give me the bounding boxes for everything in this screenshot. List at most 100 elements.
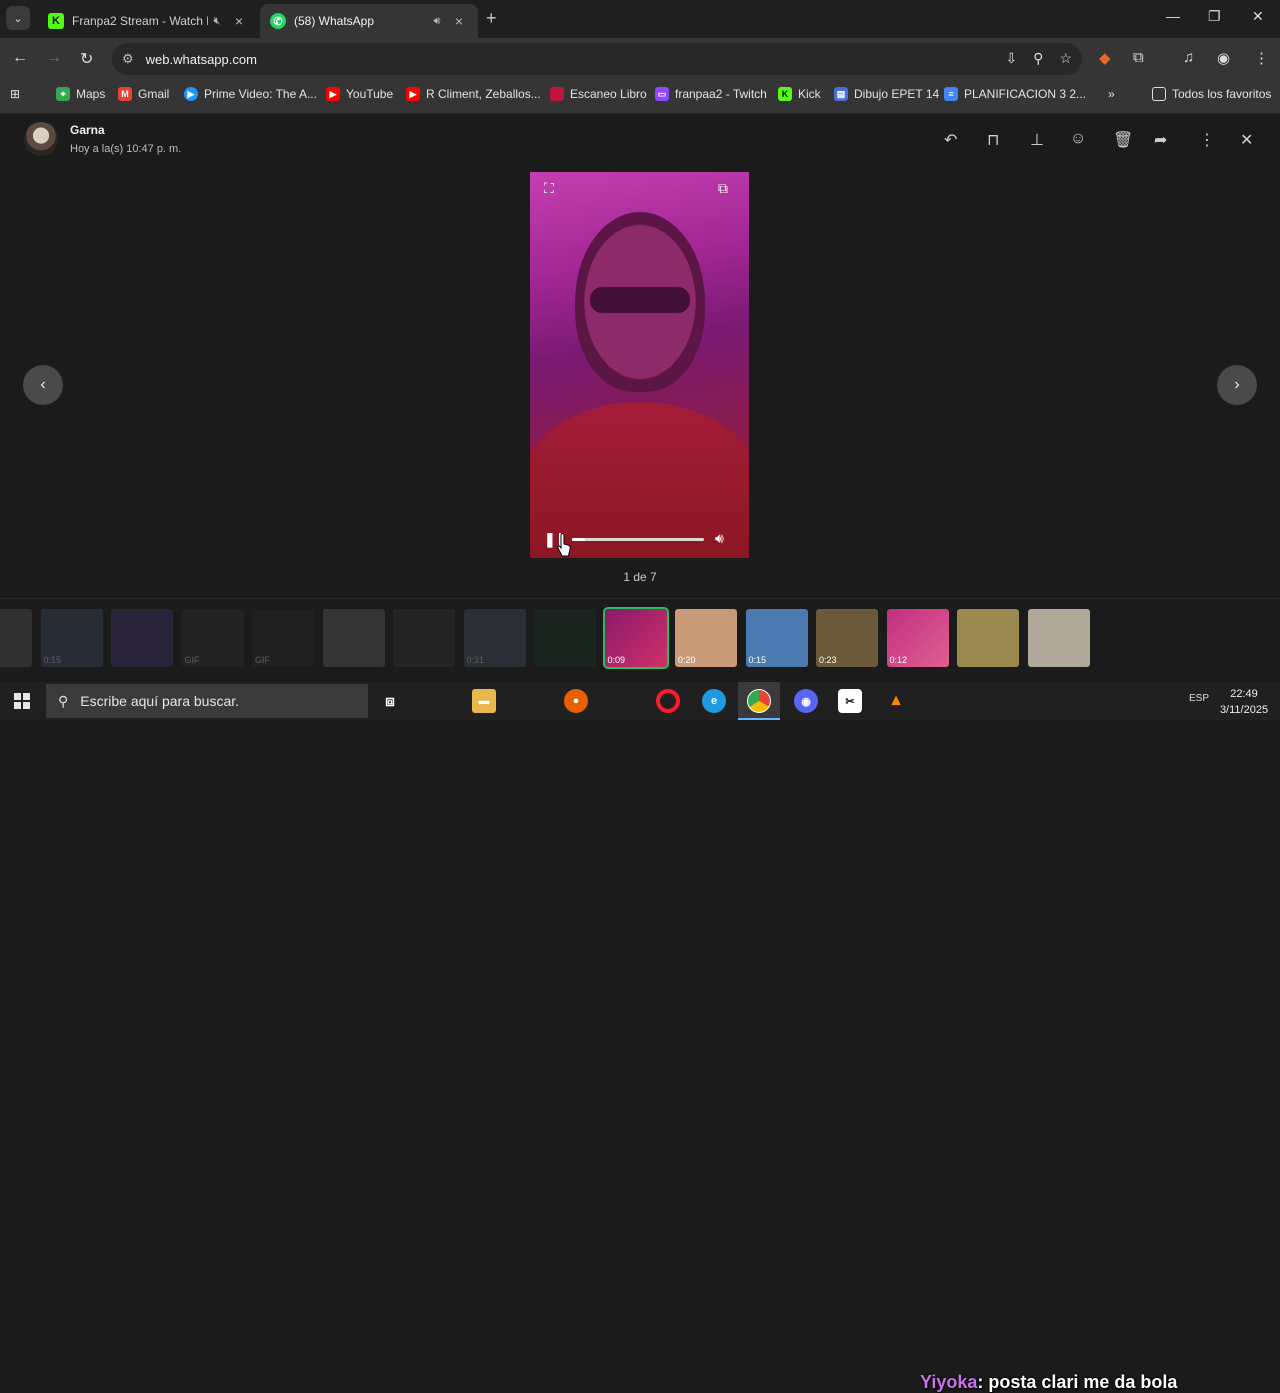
close-window-button[interactable]: ✕ bbox=[1252, 8, 1264, 25]
bookmark-dibujo-epet[interactable]: ▤ Dibujo EPET 14 bbox=[834, 87, 939, 101]
previous-media-button[interactable]: ‹ bbox=[23, 365, 63, 405]
pin-icon[interactable]: ⊥ bbox=[1030, 130, 1044, 150]
url-text: web.whatsapp.com bbox=[145, 51, 257, 67]
contact-name[interactable]: Garna bbox=[70, 123, 105, 137]
speaker-icon[interactable]: 🔊︎ bbox=[428, 15, 446, 28]
kick-icon: K bbox=[48, 13, 64, 29]
media-thumbnail[interactable] bbox=[393, 609, 455, 667]
seek-bar[interactable] bbox=[572, 538, 704, 541]
folder-icon bbox=[1152, 87, 1166, 101]
media-thumbnail[interactable] bbox=[1027, 609, 1090, 667]
media-thumbnail[interactable]: 0:20 bbox=[675, 609, 737, 667]
close-tab-icon[interactable]: × bbox=[230, 13, 248, 29]
reload-icon[interactable]: ↻ bbox=[80, 49, 93, 69]
file-explorer-icon[interactable]: ▬ bbox=[472, 689, 496, 713]
tab-franpa2-stream[interactable]: K Franpa2 Stream - Watch Live 🔇︎ × bbox=[38, 4, 258, 38]
bookmark-icon[interactable]: ⊓ bbox=[987, 130, 999, 150]
chrome-icon[interactable] bbox=[747, 689, 771, 713]
bookmark-maps[interactable]: ⌖ Maps bbox=[56, 87, 105, 101]
install-app-icon[interactable]: ⇩ bbox=[1005, 50, 1017, 67]
windows-start-icon[interactable] bbox=[14, 693, 30, 709]
bookmark-label: Escaneo Libro bbox=[570, 87, 647, 101]
minimize-button[interactable]: — bbox=[1166, 8, 1180, 24]
reply-icon[interactable]: ↶ bbox=[944, 130, 957, 150]
profile-icon[interactable]: ◉ bbox=[1217, 49, 1230, 67]
media-thumbnail[interactable]: GIF bbox=[252, 609, 314, 667]
media-thumbnail[interactable] bbox=[322, 609, 385, 667]
next-media-button[interactable]: › bbox=[1217, 365, 1257, 405]
bookmark-r-climent[interactable]: ▶ R Climent, Zeballos... bbox=[406, 87, 541, 101]
system-clock[interactable]: 22:49 3/11/2025 bbox=[1212, 686, 1276, 718]
message-timestamp: Hoy a la(s) 10:47 p. m. bbox=[70, 143, 182, 155]
close-tab-icon[interactable]: × bbox=[450, 13, 468, 29]
bookmark-label: Dibujo EPET 14 bbox=[854, 87, 940, 101]
search-icon: ⚲ bbox=[58, 692, 69, 709]
thumbnail-duration: 0:23 bbox=[819, 655, 837, 665]
tab-search-button[interactable]: ⌄ bbox=[6, 6, 30, 30]
media-thumbnail[interactable] bbox=[957, 609, 1019, 667]
back-icon[interactable]: ← bbox=[12, 49, 28, 67]
browser-menu-icon[interactable]: ⋮ bbox=[1254, 49, 1269, 67]
apps-grid-icon[interactable]: ⊞ bbox=[10, 87, 20, 101]
bookmark-kick[interactable]: K Kick bbox=[778, 87, 821, 101]
media-thumbnail[interactable] bbox=[534, 609, 596, 667]
more-bookmarks-label: » bbox=[1108, 87, 1115, 101]
bookmark-star-icon[interactable]: ☆ bbox=[1059, 50, 1072, 67]
docs-icon: ≡ bbox=[944, 87, 958, 101]
vlc-icon[interactable]: ▲ bbox=[884, 689, 908, 713]
extensions-puzzle-icon[interactable]: ⧉ bbox=[1133, 49, 1144, 66]
more-options-icon[interactable]: ⋮ bbox=[1199, 130, 1215, 150]
discord-icon[interactable]: ◉ bbox=[794, 689, 818, 713]
avatar[interactable] bbox=[24, 122, 58, 156]
address-bar[interactable]: ⚙ web.whatsapp.com ⇩ ⚲ ☆ bbox=[112, 43, 1082, 75]
site-settings-icon[interactable]: ⚙ bbox=[122, 51, 134, 67]
media-controls-icon[interactable]: ♫ bbox=[1183, 49, 1194, 66]
new-tab-button[interactable]: + bbox=[486, 8, 497, 29]
delete-icon[interactable]: 🗑︎ bbox=[1113, 130, 1133, 150]
task-view-icon[interactable]: ⧈ bbox=[378, 689, 402, 713]
media-thumbnail[interactable] bbox=[0, 609, 32, 667]
media-viewer-header: Garna Hoy a la(s) 10:47 p. m. ↶ ⊓ ⊥ ☺ 🗑︎… bbox=[0, 114, 1280, 164]
bookmark-prime-video[interactable]: ▶ Prime Video: The A... bbox=[184, 87, 317, 101]
tab-whatsapp[interactable]: ✆ (58) WhatsApp 🔊︎ × bbox=[260, 4, 478, 38]
emoji-icon[interactable]: ☺ bbox=[1070, 130, 1086, 148]
whatsapp-icon: ✆ bbox=[270, 13, 286, 29]
media-thumbnail[interactable]: 0:23 bbox=[816, 609, 878, 667]
media-thumbnail[interactable]: 0:15 bbox=[745, 609, 808, 667]
picture-in-picture-icon[interactable]: ⧉ bbox=[718, 180, 728, 197]
media-thumbnail[interactable]: 0:15 bbox=[40, 609, 103, 667]
bookmark-youtube[interactable]: ▶ YouTube bbox=[326, 87, 393, 101]
bookmark-label: R Climent, Zeballos... bbox=[426, 87, 541, 101]
zoom-icon[interactable]: ⚲ bbox=[1033, 50, 1043, 67]
video-player[interactable]: ⛶ ⧉ ❚❚ 🔊︎ bbox=[530, 172, 749, 558]
restore-button[interactable]: ❐ bbox=[1208, 8, 1221, 25]
volume-icon[interactable]: 🔊︎ bbox=[715, 530, 724, 547]
edge-icon[interactable]: e bbox=[702, 689, 726, 713]
bookmark-label: Maps bbox=[76, 87, 106, 101]
media-thumbnail[interactable] bbox=[111, 609, 173, 667]
language-indicator[interactable]: ESP bbox=[1189, 693, 1209, 704]
muted-speaker-icon[interactable]: 🔇︎ bbox=[208, 15, 226, 28]
extension-fox-icon[interactable]: ◆ bbox=[1099, 49, 1111, 67]
taskbar-search-box[interactable]: ⚲ Escribe aquí para buscar. bbox=[46, 684, 368, 718]
capcut-icon[interactable]: ✂ bbox=[838, 689, 862, 713]
media-thumbnail[interactable]: 0:09 bbox=[602, 607, 669, 669]
bookmark-gmail[interactable]: M Gmail bbox=[118, 87, 169, 101]
forward-icon[interactable]: → bbox=[46, 49, 62, 67]
bookmark-twitch[interactable]: ▭ franpaa2 - Twitch bbox=[655, 87, 767, 101]
close-viewer-icon[interactable]: ✕ bbox=[1240, 130, 1253, 150]
video-frame-detail bbox=[590, 287, 690, 313]
all-bookmarks-folder[interactable]: Todos los favoritos bbox=[1152, 87, 1271, 101]
media-thumbnail[interactable]: 0:31 bbox=[463, 609, 526, 667]
bookmark-escaneo-libro[interactable]: Escaneo Libro bbox=[550, 87, 647, 101]
media-thumbnail[interactable]: 0:12 bbox=[886, 609, 949, 667]
thumbnail-duration: GIF bbox=[184, 655, 200, 665]
opera-icon[interactable] bbox=[656, 689, 680, 713]
media-thumbnail[interactable]: GIF bbox=[181, 609, 244, 667]
forward-icon[interactable]: ➦ bbox=[1154, 130, 1167, 150]
firefox-icon[interactable]: ● bbox=[564, 689, 588, 713]
thumbnail-duration: 0:12 bbox=[889, 655, 908, 665]
more-bookmarks-button[interactable]: » bbox=[1108, 87, 1115, 101]
bookmark-planificacion[interactable]: ≡ PLANIFICACION 3 2... bbox=[944, 87, 1086, 101]
fullscreen-icon[interactable]: ⛶ bbox=[544, 180, 554, 197]
